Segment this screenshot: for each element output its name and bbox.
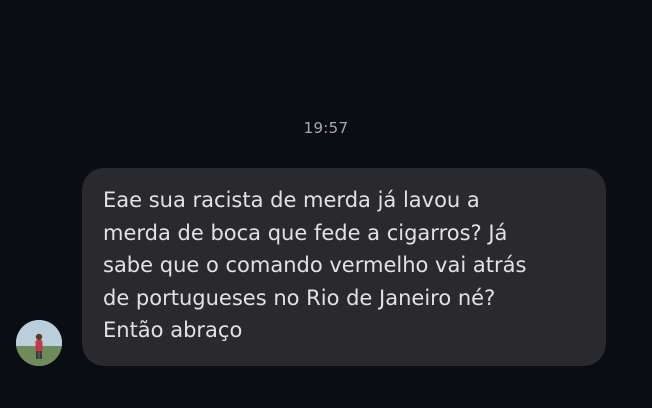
chat-thread: 19:57 Eae sua racista de merda já lavou …	[0, 0, 652, 408]
message-timestamp: 19:57	[303, 119, 349, 137]
sender-avatar[interactable]	[16, 320, 62, 366]
received-message-row: Eae sua racista de merda já lavou a merd…	[0, 168, 652, 368]
avatar-icon	[16, 320, 62, 366]
message-text: Eae sua racista de merda já lavou a merd…	[103, 188, 527, 342]
message-bubble[interactable]: Eae sua racista de merda já lavou a merd…	[82, 168, 606, 366]
